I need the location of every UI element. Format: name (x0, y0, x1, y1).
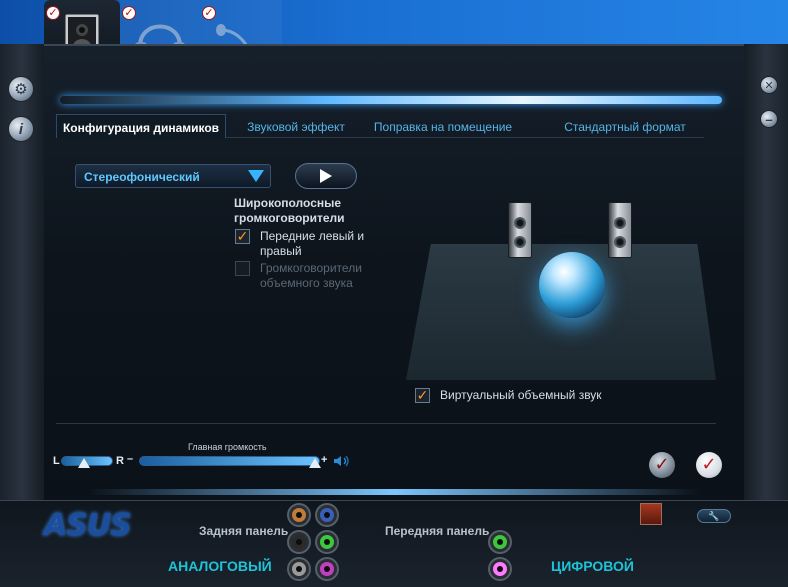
virtual-surround-label: Виртуальный объемный звук (440, 388, 602, 402)
digital-output-icon[interactable] (640, 503, 662, 525)
volume-minus-icon[interactable]: – (127, 453, 133, 465)
rear-jack-orange[interactable] (289, 505, 309, 525)
surround-speakers-label: Громкоговорители объемного звука (260, 261, 362, 290)
tab-sound-effect[interactable]: Звуковой эффект (236, 114, 356, 138)
asus-logo: ASUS (44, 508, 132, 543)
master-volume-slider[interactable] (139, 456, 320, 466)
listener-orb (539, 252, 605, 318)
balance-slider-thumb[interactable] (78, 458, 91, 468)
check-icon: ✓ (46, 6, 60, 20)
balance-right-label: R (116, 455, 124, 467)
play-icon (320, 169, 332, 183)
connector-settings-icon[interactable]: 🔧 (697, 509, 731, 523)
apply-edit-icon[interactable]: ✓ (696, 452, 722, 478)
info-icon[interactable]: i (8, 116, 34, 142)
tab-bar: Конфигурация динамиков Звуковой эффект П… (56, 114, 704, 138)
settings-icon[interactable]: ⚙ (8, 76, 34, 102)
play-test-button[interactable] (295, 163, 357, 189)
minimize-icon[interactable]: – (760, 110, 778, 128)
close-icon[interactable]: ✕ (760, 76, 778, 94)
front-speakers-label: Передние левый и правый (260, 229, 365, 258)
master-volume-thumb[interactable] (308, 458, 321, 468)
rear-jack-gray[interactable] (289, 559, 309, 579)
speaker-config-value: Стереофонический (84, 170, 200, 184)
virtual-surround-checkbox[interactable]: ✓ (415, 388, 430, 403)
surround-speakers-checkbox (235, 261, 250, 276)
volume-icon[interactable] (333, 455, 351, 467)
bottom-glow-bar (88, 489, 700, 495)
front-jack-green[interactable] (490, 532, 510, 552)
tab-default-format[interactable]: Стандартный формат (546, 114, 704, 138)
speaker-config-select[interactable]: Стереофонический (75, 164, 271, 188)
digital-label: ЦИФРОВОЙ (551, 558, 634, 574)
rear-jack-green[interactable] (317, 532, 337, 552)
speaker-stage (406, 202, 716, 380)
header-glow-bar (60, 96, 722, 104)
tab-speaker-config[interactable]: Конфигурация динамиков (56, 114, 226, 138)
balance-left-label: L (53, 455, 60, 467)
rear-jack-blue[interactable] (317, 505, 337, 525)
left-speaker-icon[interactable] (508, 202, 532, 258)
fullrange-speakers-title: Широкополосные громкоговорители (234, 196, 345, 225)
rear-jack-pink[interactable] (317, 559, 337, 579)
master-volume-label: Главная громкость (188, 442, 267, 452)
volume-plus-icon[interactable]: + (321, 454, 327, 466)
right-speaker-icon[interactable] (608, 202, 632, 258)
front-speakers-option[interactable]: ✓ Передние левый и правый (235, 229, 385, 259)
rear-panel-label: Задняя панель (199, 524, 289, 538)
virtual-surround-option[interactable]: ✓ Виртуальный объемный звук (415, 388, 602, 403)
front-panel-label: Передняя панель (385, 524, 490, 538)
apply-check-icon[interactable]: ✓ (649, 452, 675, 478)
chevron-down-icon (248, 170, 264, 182)
front-jack-pink[interactable] (490, 559, 510, 579)
rear-jack-black[interactable] (289, 532, 309, 552)
front-speakers-checkbox[interactable]: ✓ (235, 229, 250, 244)
tab-room-correction[interactable]: Поправка на помещение (348, 114, 538, 138)
analog-label: АНАЛОГОВЫЙ (168, 558, 272, 574)
surround-speakers-option: Громкоговорители объемного звука (235, 261, 385, 291)
divider (56, 423, 716, 424)
